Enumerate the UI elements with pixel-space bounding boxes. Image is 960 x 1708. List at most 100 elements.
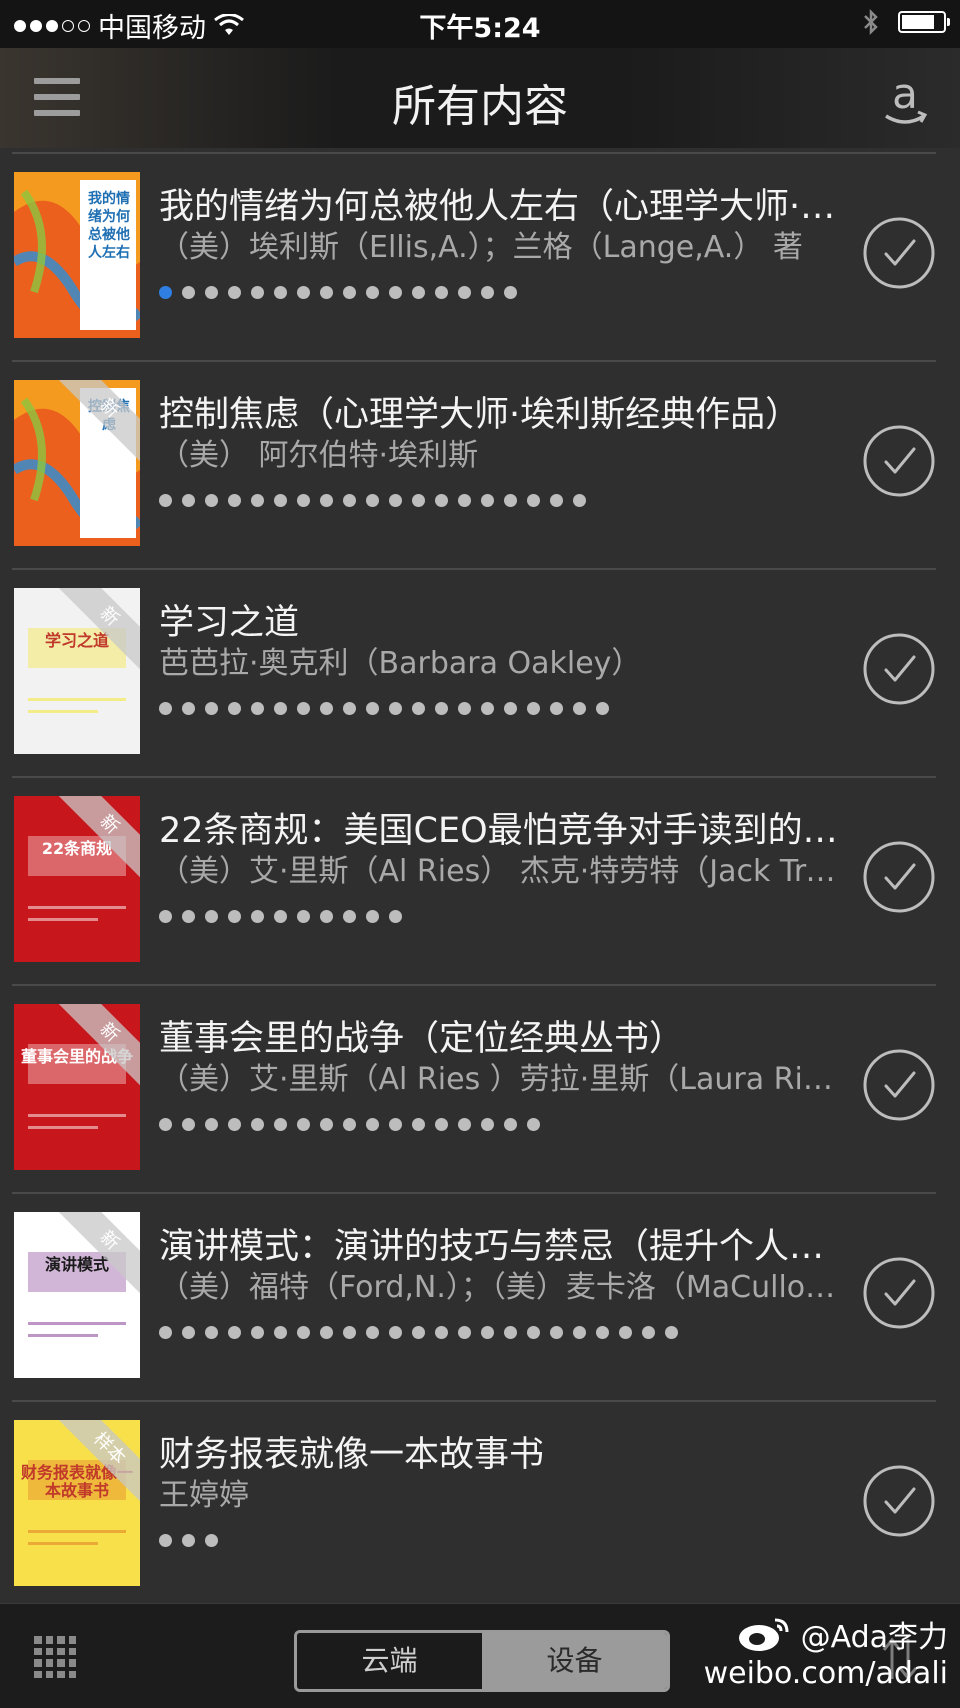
watermark: @Ada李力 weibo.com/adali (704, 1612, 948, 1691)
progress-dot (504, 1118, 517, 1131)
progress-dot (343, 494, 356, 507)
progress-dot (251, 910, 264, 923)
progress-dot (205, 494, 218, 507)
progress-dot (481, 702, 494, 715)
progress-dot (343, 910, 356, 923)
book-list-item[interactable]: 控制焦虑 新 控制焦虑（心理学大师·埃利斯经典作品） （美） 阿尔伯特·埃利斯 (12, 360, 936, 568)
book-title: 控制焦虑（心理学大师·埃利斯经典作品） (159, 395, 801, 435)
progress-dot (205, 286, 218, 299)
book-cover[interactable]: 学习之道 新 (14, 588, 140, 754)
book-list-item[interactable]: 财务报表就像一本故事书 样本 财务报表就像一本故事书 王婷婷 (12, 1400, 936, 1608)
progress-dot (458, 286, 471, 299)
downloaded-check-icon[interactable] (862, 1048, 936, 1122)
progress-dot (274, 1118, 287, 1131)
progress-dot (182, 1326, 195, 1339)
progress-dot (159, 1534, 172, 1547)
progress-dot (159, 1118, 172, 1131)
grid-view-icon[interactable] (34, 1636, 76, 1678)
downloaded-check-icon[interactable] (862, 1256, 936, 1330)
tab-cloud[interactable]: 云端 (297, 1633, 482, 1689)
book-cover[interactable]: 22条商规 新 (14, 796, 140, 962)
progress-dot (435, 1118, 448, 1131)
progress-dot (228, 1326, 241, 1339)
progress-dot (389, 286, 402, 299)
book-author: （美）福特（Ford,N.）；（美）麦卡洛（MaCullough） (159, 1270, 849, 1305)
book-cover[interactable]: 控制焦虑 新 (14, 380, 140, 546)
progress-dot (205, 910, 218, 923)
progress-dot (320, 910, 333, 923)
progress-dot (412, 702, 425, 715)
progress-dot (504, 1326, 517, 1339)
progress-dot (504, 494, 517, 507)
progress-dot (619, 1326, 632, 1339)
reading-progress (159, 1326, 849, 1339)
reading-progress (159, 1118, 849, 1131)
progress-dot (481, 494, 494, 507)
progress-dot (251, 494, 264, 507)
book-info: 董事会里的战争（定位经典丛书） （美）艾·里斯（Al Ries ）劳拉·里斯（L… (159, 1016, 849, 1131)
clock: 下午5:24 (419, 13, 541, 44)
bottom-toolbar: 云端 设备 @Ada李力 weibo.com/adali (0, 1603, 960, 1708)
book-info: 财务报表就像一本故事书 王婷婷 (159, 1432, 849, 1547)
location-segmented-control: 云端 设备 (294, 1630, 670, 1692)
progress-dot (159, 286, 172, 299)
progress-dot (182, 1118, 195, 1131)
progress-dot (665, 1326, 678, 1339)
book-list-item[interactable]: 学习之道 新 学习之道 芭芭拉·奥克利（Barbara Oakley） (12, 568, 936, 776)
progress-dot (228, 286, 241, 299)
progress-dot (205, 1534, 218, 1547)
progress-dot (504, 702, 517, 715)
progress-dot (573, 494, 586, 507)
progress-dot (297, 1326, 310, 1339)
progress-dot (251, 286, 264, 299)
downloaded-check-icon[interactable] (862, 424, 936, 498)
progress-dot (159, 494, 172, 507)
progress-dot (228, 494, 241, 507)
book-cover[interactable]: 我的情绪为何总被他人左右 (14, 172, 140, 338)
watermark-url: weibo.com/adali (703, 1656, 948, 1691)
progress-dot (366, 702, 379, 715)
downloaded-check-icon[interactable] (862, 840, 936, 914)
book-cover[interactable]: 演讲模式 新 (14, 1212, 140, 1378)
progress-dot (182, 494, 195, 507)
book-cover[interactable]: 董事会里的战争 新 (14, 1004, 140, 1170)
progress-dot (274, 1326, 287, 1339)
progress-dot (297, 910, 310, 923)
progress-dot (320, 286, 333, 299)
book-author: （美）艾·里斯（Al Ries ）劳拉·里斯（Laura Ries） (159, 1062, 849, 1097)
progress-dot (550, 494, 563, 507)
book-title: 学习之道 (159, 603, 300, 643)
book-cover[interactable]: 财务报表就像一本故事书 样本 (14, 1420, 140, 1586)
progress-dot (573, 702, 586, 715)
book-list-item[interactable]: 演讲模式 新 演讲模式：演讲的技巧与禁忌（提升个人影响力） （美）福特（Ford… (12, 1192, 936, 1400)
tab-device[interactable]: 设备 (482, 1633, 667, 1689)
book-list-item[interactable]: 董事会里的战争 新 董事会里的战争（定位经典丛书） （美）艾·里斯（Al Rie… (12, 984, 936, 1192)
progress-dot (412, 1118, 425, 1131)
amazon-logo-icon[interactable]: a (880, 70, 930, 130)
page-title: 所有内容 (392, 81, 568, 132)
reading-progress (159, 910, 849, 923)
downloaded-check-icon[interactable] (862, 1464, 936, 1538)
progress-dot (389, 1326, 402, 1339)
progress-dot (481, 286, 494, 299)
progress-dot (274, 286, 287, 299)
book-list: 我的情绪为何总被他人左右 我的情绪为何总被他人左右（心理学大师·埃利斯经典作品）… (12, 152, 936, 1608)
weibo-logo-icon (738, 1618, 789, 1651)
progress-dot (596, 1326, 609, 1339)
progress-dot (228, 1118, 241, 1131)
progress-dot (458, 702, 471, 715)
progress-dot (412, 494, 425, 507)
book-list-item[interactable]: 我的情绪为何总被他人左右 我的情绪为何总被他人左右（心理学大师·埃利斯经典作品）… (12, 152, 936, 360)
progress-dot (182, 702, 195, 715)
book-title: 董事会里的战争（定位经典丛书） (159, 1019, 685, 1059)
downloaded-check-icon[interactable] (862, 632, 936, 706)
book-info: 我的情绪为何总被他人左右（心理学大师·埃利斯经典作品） （美）埃利斯（Ellis… (159, 184, 849, 299)
progress-dot (343, 702, 356, 715)
reading-progress (159, 286, 849, 299)
progress-dot (481, 1326, 494, 1339)
book-info: 控制焦虑（心理学大师·埃利斯经典作品） （美） 阿尔伯特·埃利斯 (159, 392, 849, 507)
book-list-item[interactable]: 22条商规 新 22条商规：美国CEO最怕竞争对手读到的商战奇书 （美）艾·里斯… (12, 776, 936, 984)
downloaded-check-icon[interactable] (862, 216, 936, 290)
book-author: （美）艾·里斯（Al Ries） 杰克·特劳特（Jack Trout） (159, 854, 849, 889)
progress-dot (458, 1326, 471, 1339)
